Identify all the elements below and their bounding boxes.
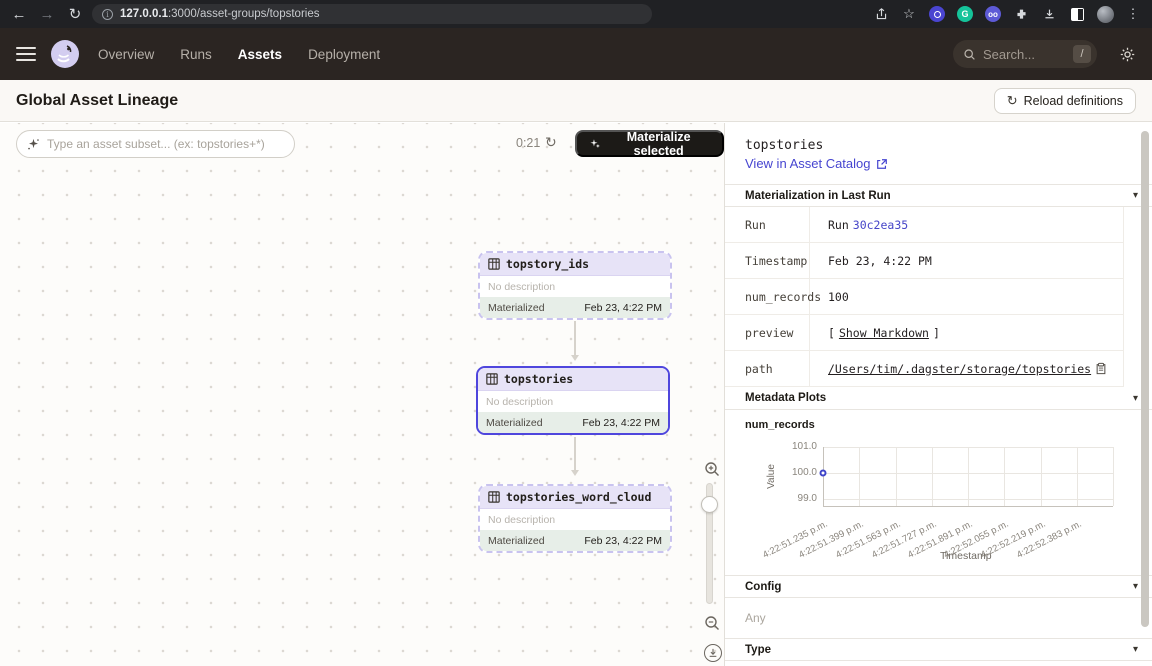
extension-glasses-icon[interactable]: oo bbox=[982, 3, 1004, 25]
share-icon[interactable] bbox=[870, 3, 892, 25]
asset-node-timestamp: Feb 23, 4:22 PM bbox=[582, 417, 660, 429]
table-icon bbox=[488, 491, 500, 503]
sparkle-icon bbox=[589, 137, 600, 150]
zoom-to-fit-button[interactable] bbox=[704, 644, 722, 662]
asset-node-timestamp: Feb 23, 4:22 PM bbox=[584, 302, 662, 314]
asset-node-status: Materialized bbox=[488, 535, 545, 547]
browser-back-icon[interactable]: ← bbox=[8, 3, 30, 25]
data-point bbox=[820, 470, 827, 477]
graph-refresh-icon[interactable]: ↻ bbox=[545, 134, 557, 151]
asset-node-description: No description bbox=[478, 391, 668, 412]
extensions-puzzle-icon[interactable] bbox=[1010, 3, 1032, 25]
chevron-down-icon: ▾ bbox=[1133, 581, 1138, 592]
asset-node-status: Materialized bbox=[488, 302, 545, 314]
x-axis-label: Timestamp bbox=[940, 550, 992, 562]
settings-gear-icon[interactable] bbox=[1119, 46, 1136, 63]
section-config[interactable]: Config ▾ bbox=[725, 575, 1152, 598]
asset-node-topstory-ids[interactable]: topstory_ids No description Materialized… bbox=[478, 251, 672, 320]
asset-node-name: topstories_word_cloud bbox=[506, 490, 651, 504]
edge-topstory-ids-to-topstories bbox=[574, 321, 576, 359]
chevron-down-icon: ▾ bbox=[1133, 393, 1138, 404]
table-icon bbox=[486, 373, 498, 385]
copy-icon[interactable] bbox=[1095, 362, 1107, 375]
section-metadata-plots[interactable]: Metadata Plots ▾ bbox=[725, 387, 1152, 410]
zoom-in-icon[interactable] bbox=[704, 461, 720, 477]
meta-row-preview: preview [Show Markdown] bbox=[725, 315, 1124, 351]
meta-row-run: Run Run 30c2ea35 bbox=[725, 207, 1124, 243]
y-axis-label: Value bbox=[766, 464, 777, 489]
section-type[interactable]: Type ▾ bbox=[725, 638, 1152, 661]
path-link[interactable]: /Users/tim/.dagster/storage/topstories bbox=[828, 362, 1091, 376]
y-tick-label: 101.0 bbox=[783, 441, 817, 452]
address-bar[interactable]: i 127.0.0.1:3000/asset-groups/topstories bbox=[92, 4, 652, 24]
graph-timer: 0:21 bbox=[516, 136, 540, 150]
browser-reload-icon[interactable]: ↻ bbox=[64, 3, 86, 25]
lineage-graph[interactable]: Type an asset subset... (ex: topstories+… bbox=[0, 123, 724, 666]
browser-toolbar: ← → ↻ i 127.0.0.1:3000/asset-groups/tops… bbox=[0, 0, 1152, 28]
asset-subset-input[interactable]: Type an asset subset... (ex: topstories+… bbox=[16, 130, 295, 158]
asset-details-panel: topstories View in Asset Catalog Materia… bbox=[725, 123, 1152, 666]
site-info-icon[interactable]: i bbox=[102, 9, 113, 20]
plot-name-label: num_records bbox=[745, 419, 1132, 431]
asset-node-name: topstories bbox=[504, 372, 573, 386]
asset-node-description: No description bbox=[480, 276, 670, 297]
browser-menu-icon[interactable]: ⋮ bbox=[1122, 3, 1144, 25]
search-icon bbox=[963, 48, 976, 61]
asset-title: topstories bbox=[745, 138, 1132, 153]
nav-tab-deployment[interactable]: Deployment bbox=[308, 47, 380, 62]
asset-subset-placeholder: Type an asset subset... (ex: topstories+… bbox=[47, 137, 265, 151]
nav-tab-overview[interactable]: Overview bbox=[98, 47, 154, 62]
asset-node-name: topstory_ids bbox=[506, 257, 589, 271]
asset-node-topstories-word-cloud[interactable]: topstories_word_cloud No description Mat… bbox=[478, 484, 672, 553]
asset-node-description: No description bbox=[480, 509, 670, 530]
reload-definitions-button[interactable]: ↻ Reload definitions bbox=[994, 88, 1136, 114]
asset-filter-wand-icon bbox=[27, 138, 40, 151]
metadata-chart: 101.0100.099.04:22:51.235 p.m.4:22:51.39… bbox=[735, 433, 1144, 566]
meta-row-num-records: num_records 100 bbox=[725, 279, 1124, 315]
hamburger-menu-icon[interactable] bbox=[16, 47, 36, 61]
nav-tab-assets[interactable]: Assets bbox=[238, 47, 282, 62]
materialize-selected-button[interactable]: Materialize selected bbox=[575, 130, 724, 157]
zoom-slider-thumb[interactable] bbox=[701, 496, 718, 513]
app-nav: Overview Runs Assets Deployment Search..… bbox=[0, 28, 1152, 80]
extension-password-icon[interactable] bbox=[926, 3, 948, 25]
browser-forward-icon[interactable]: → bbox=[36, 3, 58, 25]
asset-node-timestamp: Feb 23, 4:22 PM bbox=[584, 535, 662, 547]
config-value: Any bbox=[725, 598, 1152, 638]
page-title: Global Asset Lineage bbox=[16, 92, 178, 110]
page-header: Global Asset Lineage ↻ Reload definition… bbox=[0, 80, 1152, 122]
view-in-asset-catalog-link[interactable]: View in Asset Catalog bbox=[745, 156, 888, 171]
meta-row-timestamp: Timestamp Feb 23, 4:22 PM bbox=[725, 243, 1124, 279]
downloads-icon[interactable] bbox=[1038, 3, 1060, 25]
profile-avatar[interactable] bbox=[1094, 3, 1116, 25]
chevron-down-icon: ▾ bbox=[1133, 190, 1138, 201]
search-shortcut-key: / bbox=[1073, 45, 1091, 63]
reload-icon: ↻ bbox=[1007, 93, 1018, 109]
asset-node-status: Materialized bbox=[486, 417, 543, 429]
side-panel-icon[interactable] bbox=[1066, 3, 1088, 25]
asset-node-topstories[interactable]: topstories No description Materialized F… bbox=[476, 366, 670, 435]
bookmark-star-icon[interactable]: ☆ bbox=[898, 3, 920, 25]
external-link-icon bbox=[876, 158, 888, 170]
meta-row-path: path /Users/tim/.dagster/storage/topstor… bbox=[725, 351, 1124, 387]
panel-scrollbar[interactable] bbox=[1141, 131, 1149, 627]
y-tick-label: 99.0 bbox=[783, 493, 817, 504]
edge-topstories-to-word-cloud bbox=[574, 437, 576, 474]
extension-grammarly-icon[interactable]: G bbox=[954, 3, 976, 25]
table-icon bbox=[488, 258, 500, 270]
global-search-input[interactable]: Search... / bbox=[953, 40, 1097, 68]
y-tick-label: 100.0 bbox=[783, 467, 817, 478]
dagster-logo[interactable] bbox=[50, 39, 80, 69]
section-materialization[interactable]: Materialization in Last Run ▾ bbox=[725, 184, 1152, 207]
show-markdown-link[interactable]: Show Markdown bbox=[839, 326, 929, 340]
url-text: 127.0.0.1:3000/asset-groups/topstories bbox=[120, 8, 319, 20]
chevron-down-icon: ▾ bbox=[1133, 644, 1138, 655]
search-placeholder: Search... bbox=[983, 47, 1066, 62]
nav-tab-runs[interactable]: Runs bbox=[180, 47, 212, 62]
run-id-link[interactable]: 30c2ea35 bbox=[853, 218, 908, 232]
zoom-out-icon[interactable] bbox=[704, 615, 720, 631]
